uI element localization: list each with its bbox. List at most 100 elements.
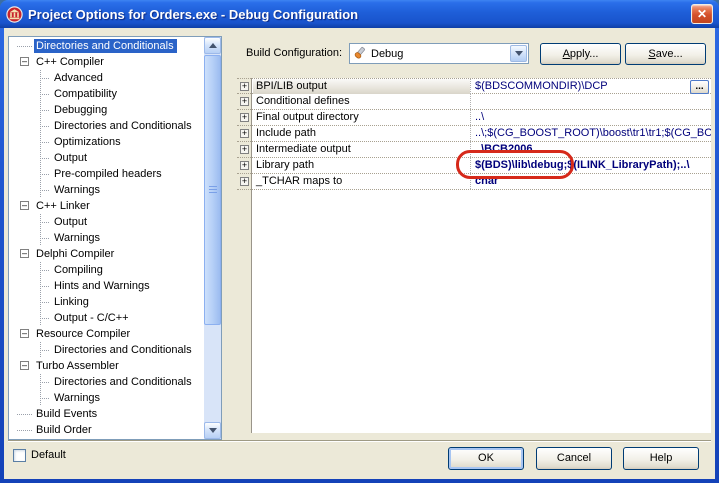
grid-row-final-output-directory[interactable]: + Final output directory..\ <box>237 110 711 126</box>
default-checkbox[interactable] <box>13 449 26 462</box>
property-value[interactable]: ..\ <box>470 110 711 125</box>
combo-dropdown-button[interactable] <box>510 45 527 62</box>
tree-item-directories-and-conditionals[interactable]: Directories and Conditionals <box>9 38 204 54</box>
grid-expand-icon[interactable]: + <box>240 177 249 186</box>
grid-expand-icon[interactable]: + <box>240 161 249 170</box>
scrollbar-thumb[interactable] <box>204 55 221 325</box>
tree-connector-stub <box>40 110 50 111</box>
dialog-client-area: Directories and Conditionals–C++ Compile… <box>4 28 715 479</box>
title-bar[interactable]: Project Options for Orders.exe - Debug C… <box>0 0 719 28</box>
tree-item-build-order[interactable]: Build Order <box>9 422 204 438</box>
tree-connector-stub <box>40 126 50 127</box>
tree-item-output-c-c[interactable]: Output - C/C++ <box>9 310 204 326</box>
tree-item-advanced[interactable]: Advanced <box>9 70 204 86</box>
tree-item-directories-and-conditionals[interactable]: Directories and Conditionals <box>9 118 204 134</box>
grid-row-include-path[interactable]: +Include path..\;$(CG_BOOST_ROOT)\boost\… <box>237 126 711 142</box>
ellipsis-button[interactable]: ... <box>690 80 709 94</box>
tree-item-directories-and-conditionals[interactable]: Directories and Conditionals <box>9 342 204 358</box>
tree-item-directories-and-conditionals[interactable]: Directories and Conditionals <box>9 374 204 390</box>
tree-collapse-icon[interactable]: – <box>20 201 29 210</box>
tree-connector-stub <box>40 190 50 191</box>
grid-row-tchar-maps-to[interactable]: +_TCHAR maps tochar <box>237 174 711 190</box>
grid-expand-icon[interactable]: + <box>240 113 249 122</box>
tree-item-pre-compiled-headers[interactable]: Pre-compiled headers <box>9 166 204 182</box>
grid-row-library-path[interactable]: + Library path$(BDS)\lib\debug;$(ILINK_Li… <box>237 158 711 174</box>
tree-item-label: C++ Linker <box>34 199 93 213</box>
tree-connector-stub <box>40 158 50 159</box>
tree-item-label: Compatibility <box>52 87 120 101</box>
tree-item-label: Build Order <box>34 423 95 437</box>
tree-item-label: Delphi Compiler <box>34 247 117 261</box>
property-name: BPI/LIB output <box>253 79 470 94</box>
tree-item-compatibility[interactable]: Compatibility <box>9 86 204 102</box>
scroll-down-button[interactable] <box>204 422 221 439</box>
tree-item-optimizations[interactable]: Optimizations <box>9 134 204 150</box>
tree-collapse-icon[interactable]: – <box>20 249 29 258</box>
arrow-up-icon <box>209 39 217 48</box>
build-config-tool-icon <box>353 46 368 61</box>
tree-item-output[interactable]: Output <box>9 150 204 166</box>
tree-item-warnings[interactable]: Warnings <box>9 230 204 246</box>
tree-collapse-icon[interactable]: – <box>20 329 29 338</box>
grid-row-intermediate-output[interactable]: + Intermediate output..\BCB2006 <box>237 142 711 158</box>
tree-item-c-linker[interactable]: –C++ Linker <box>9 198 204 214</box>
app-icon <box>6 6 23 23</box>
grid-row-conditional-defines[interactable]: + Conditional defines <box>237 94 711 110</box>
tree-collapse-icon[interactable]: – <box>20 361 29 370</box>
grid-expand-icon[interactable]: + <box>240 145 249 154</box>
tree-item-delphi-compiler[interactable]: –Delphi Compiler <box>9 246 204 262</box>
tree-connector-stub <box>17 46 32 47</box>
tree-item-warnings[interactable]: Warnings <box>9 390 204 406</box>
tree-item-output[interactable]: Output <box>9 214 204 230</box>
apply-button[interactable]: Apply... <box>540 43 621 65</box>
scroll-up-button[interactable] <box>204 37 221 54</box>
grid-expand-icon[interactable]: + <box>240 129 249 138</box>
grid-expand-icon[interactable]: + <box>240 97 249 106</box>
property-value[interactable]: $(BDS)\lib\debug;$(ILINK_LibraryPath);..… <box>470 158 711 173</box>
grid-expand-icon[interactable]: + <box>240 82 249 91</box>
property-value[interactable]: ..\;$(CG_BOOST_ROOT)\boost\tr1\tr1;$(CG_… <box>470 126 711 141</box>
close-button[interactable]: ✕ <box>691 4 713 24</box>
tree-item-label: Advanced <box>52 71 106 85</box>
tree-connector-stub <box>40 318 50 319</box>
tree-item-resource-compiler[interactable]: –Resource Compiler <box>9 326 204 342</box>
tree-item-label: Output <box>52 151 90 165</box>
ok-button[interactable]: OK <box>448 447 524 470</box>
tree-item-build-events[interactable]: Build Events <box>9 406 204 422</box>
tree-item-debugging[interactable]: Debugging <box>9 102 204 118</box>
property-value[interactable]: char <box>470 174 711 189</box>
property-name: Intermediate output <box>253 142 470 157</box>
property-name: Final output directory <box>253 110 470 125</box>
tree-item-compiling[interactable]: Compiling <box>9 262 204 278</box>
property-value[interactable]: ..\BCB2006 <box>470 142 711 157</box>
property-value[interactable] <box>470 94 711 109</box>
property-name: Conditional defines <box>253 94 470 109</box>
tree-connector-stub <box>40 222 50 223</box>
grid-row-bpi-lib-output[interactable]: + BPI/LIB output$(BDSCOMMONDIR)\DCP... <box>237 78 711 94</box>
tree-connector-stub <box>40 78 50 79</box>
cancel-button[interactable]: Cancel <box>536 447 612 470</box>
tree-item-c-compiler[interactable]: –C++ Compiler <box>9 54 204 70</box>
help-button[interactable]: Help <box>623 447 699 470</box>
tree-item-label: Warnings <box>52 231 103 245</box>
property-grid: + BPI/LIB output$(BDSCOMMONDIR)\DCP... + Co… <box>237 78 711 433</box>
tree-connector-stub <box>40 382 50 383</box>
property-value[interactable]: $(BDSCOMMONDIR)\DCP <box>470 79 711 94</box>
tree-item-linking[interactable]: Linking <box>9 294 204 310</box>
default-checkbox-label[interactable]: Default <box>31 448 66 463</box>
property-name: Library path <box>253 158 470 173</box>
options-tree: Directories and Conditionals–C++ Compile… <box>9 38 204 439</box>
build-configuration-combo[interactable]: Debug <box>349 43 529 64</box>
tree-item-label: Optimizations <box>52 135 124 149</box>
tree-item-turbo-assembler[interactable]: –Turbo Assembler <box>9 358 204 374</box>
tree-item-label: Debugging <box>52 103 110 117</box>
tree-scrollbar[interactable] <box>204 37 221 439</box>
tree-connector-stub <box>40 350 50 351</box>
arrow-down-icon <box>209 428 217 437</box>
tree-collapse-icon[interactable]: – <box>20 57 29 66</box>
tree-item-warnings[interactable]: Warnings <box>9 182 204 198</box>
tree-item-hints-and-warnings[interactable]: Hints and Warnings <box>9 278 204 294</box>
tree-connector-stub <box>40 286 50 287</box>
save-button[interactable]: Save... <box>625 43 706 65</box>
tree-item-label: Output <box>52 215 90 229</box>
